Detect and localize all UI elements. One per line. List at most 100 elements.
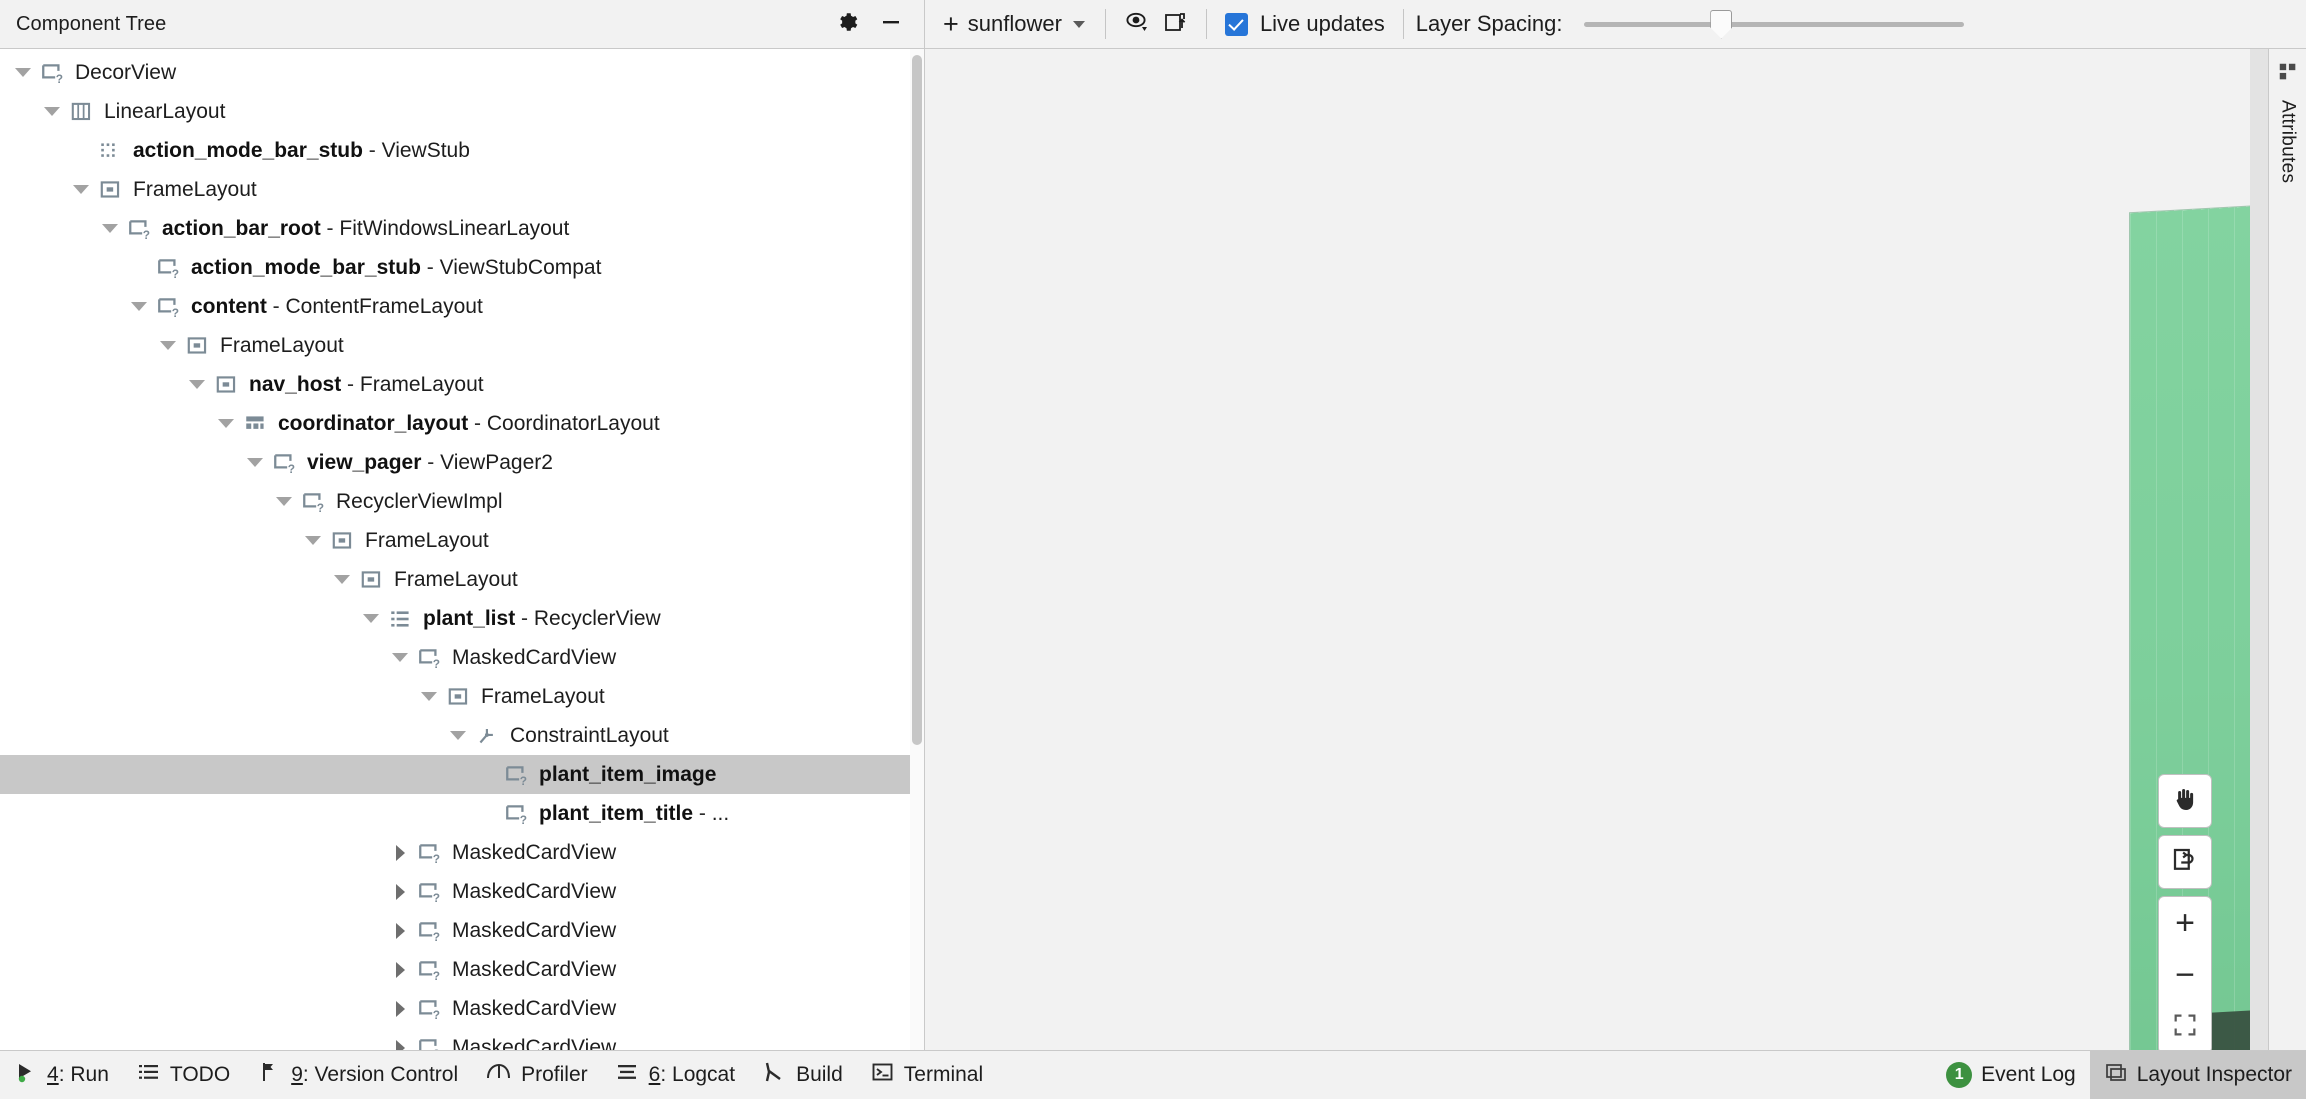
expand-toggle-down-icon[interactable]	[271, 482, 297, 521]
tree-row-constraintlayout[interactable]: ConstraintLayout	[0, 716, 910, 755]
tree-row-action_bar_root[interactable]: ? action_bar_root - FitWindowsLinearLayou…	[0, 209, 910, 248]
expand-toggle-down-icon[interactable]	[329, 560, 355, 599]
tree-row-view_pager[interactable]: ? view_pager - ViewPager2	[0, 443, 910, 482]
reset-view-button[interactable]	[2158, 835, 2212, 889]
status-item-label: 4: Run	[47, 1063, 109, 1086]
svg-text:?: ?	[433, 1007, 440, 1021]
tree-row-label: MaskedCardView	[452, 880, 616, 904]
tree-row-maskedcardview[interactable]: ? MaskedCardView	[0, 911, 910, 950]
status-bar-item-run[interactable]: 4: Run	[0, 1053, 123, 1097]
tree-row-framelayout[interactable]: FrameLayout	[0, 677, 910, 716]
tree-row-plant_list[interactable]: plant_list - RecyclerView	[0, 599, 910, 638]
expand-toggle-down-icon[interactable]	[242, 443, 268, 482]
tree-row-label: MaskedCardView	[452, 646, 616, 670]
tree-row-maskedcardview[interactable]: ? MaskedCardView	[0, 1028, 910, 1050]
run-icon	[14, 1060, 38, 1090]
expand-toggle-right-icon[interactable]	[387, 950, 413, 989]
minimize-panel-button[interactable]	[872, 5, 910, 43]
svg-text:?: ?	[433, 890, 440, 904]
preview-tools: + −	[2158, 774, 2212, 1050]
expand-toggle-down-icon[interactable]	[416, 677, 442, 716]
expand-toggle-down-icon[interactable]	[387, 638, 413, 677]
svg-text:?: ?	[56, 71, 63, 85]
expand-toggle-right-icon[interactable]	[387, 911, 413, 950]
layout-inspector-icon	[2104, 1060, 2128, 1090]
expand-toggle-right-icon[interactable]	[387, 833, 413, 872]
tree-row-action_mode_bar_stub[interactable]: ? action_mode_bar_stub - ViewStubCompat	[0, 248, 910, 287]
layer-spacing-slider[interactable]	[1584, 5, 1965, 43]
process-selector[interactable]: + sunflower	[935, 8, 1093, 41]
tree-row-framelayout[interactable]: FrameLayout	[0, 326, 910, 365]
tree-row-label: nav_host - FrameLayout	[249, 373, 484, 397]
status-bar-item-versioncontrol[interactable]: 9: Version Control	[244, 1053, 472, 1097]
tree-row-framelayout[interactable]: FrameLayout	[0, 521, 910, 560]
settings-gear-button[interactable]	[828, 5, 866, 43]
expand-toggle-down-icon[interactable]	[300, 521, 326, 560]
tree-row-plant_item_image[interactable]: ? plant_item_image	[0, 755, 910, 794]
tree-row-recyclerviewimpl[interactable]: ? RecyclerViewImpl	[0, 482, 910, 521]
tree-row-decorview[interactable]: ? DecorView	[0, 53, 910, 92]
zoom-to-fit-button[interactable]	[2158, 1001, 2212, 1050]
expand-toggle-down-icon[interactable]	[97, 209, 123, 248]
slider-thumb[interactable]	[1710, 9, 1733, 39]
tree-row-nav_host[interactable]: nav_host - FrameLayout	[0, 365, 910, 404]
expand-toggle-down-icon[interactable]	[10, 53, 36, 92]
tree-row-framelayout[interactable]: FrameLayout	[0, 170, 910, 209]
expand-toggle-down-icon[interactable]	[68, 170, 94, 209]
inspector-toolbar: + sunflower Live updates Layer Spacing:	[925, 0, 2306, 48]
chevron-right-icon	[395, 883, 405, 900]
expand-toggle-right-icon[interactable]	[387, 1028, 413, 1050]
event-log-button[interactable]: 1 Event Log	[1932, 1053, 2090, 1097]
chevron-down-icon	[363, 614, 379, 623]
vcs-icon	[258, 1060, 282, 1090]
attributes-rail[interactable]: Attributes	[2268, 49, 2306, 1050]
tree-row-coordinator_layout[interactable]: coordinator_layout - CoordinatorLayout	[0, 404, 910, 443]
expand-toggle-down-icon[interactable]	[358, 599, 384, 638]
status-bar-item-terminal[interactable]: Terminal	[857, 1053, 997, 1097]
svg-text:?: ?	[433, 851, 440, 865]
chevron-right-icon	[395, 844, 405, 861]
tree-row-maskedcardview[interactable]: ? MaskedCardView	[0, 872, 910, 911]
tree-row-label: MaskedCardView	[452, 841, 616, 865]
view-stub-node-icon: ?	[413, 872, 447, 911]
tree-row-label: MaskedCardView	[452, 958, 616, 982]
zoom-out-button[interactable]: −	[2158, 949, 2212, 1001]
tree-row-plant_item_title[interactable]: ? plant_item_title - ...	[0, 794, 910, 833]
tree-node-separator: -	[320, 216, 340, 240]
zoom-in-button[interactable]: +	[2158, 897, 2212, 949]
tree-row-maskedcardview[interactable]: ? MaskedCardView	[0, 638, 910, 677]
status-bar-item-todo[interactable]: TODO	[123, 1053, 244, 1097]
expand-toggle-down-icon[interactable]	[184, 365, 210, 404]
chevron-down-icon	[334, 575, 350, 584]
status-bar-item-logcat[interactable]: 6: Logcat	[602, 1053, 749, 1097]
tree-row-maskedcardview[interactable]: ? MaskedCardView	[0, 989, 910, 1028]
logcat-icon	[616, 1060, 640, 1090]
tree-scrollbar-thumb[interactable]	[912, 55, 922, 745]
pan-tool-button[interactable]	[2158, 774, 2212, 828]
tree-row-linearlayout[interactable]: LinearLayout	[0, 92, 910, 131]
device-preview[interactable]: Sunflower MY GARDEN	[925, 49, 2268, 1050]
expand-toggle-down-icon[interactable]	[445, 716, 471, 755]
live-updates-checkbox[interactable]	[1224, 12, 1248, 36]
status-bar-item-profiler[interactable]: Profiler	[472, 1053, 602, 1097]
expand-toggle-down-icon[interactable]	[155, 326, 181, 365]
status-bar-item-build[interactable]: Build	[749, 1053, 857, 1097]
attributes-rail-label[interactable]: Attributes	[2277, 100, 2299, 183]
expand-toggle-right-icon[interactable]	[387, 872, 413, 911]
export-snapshot-button[interactable]	[1156, 5, 1194, 43]
tree-row-action_mode_bar_stub[interactable]: action_mode_bar_stub - ViewStub	[0, 131, 910, 170]
view-options-button[interactable]	[1118, 5, 1156, 43]
expand-toggle-down-icon[interactable]	[39, 92, 65, 131]
chevron-down-icon	[218, 419, 234, 428]
tree-row-maskedcardview[interactable]: ? MaskedCardView	[0, 833, 910, 872]
layout-inspector-button[interactable]: Layout Inspector	[2089, 1050, 2306, 1099]
tree-vertical-scrollbar[interactable]	[910, 49, 924, 1050]
tree-row-content[interactable]: ? content - ContentFrameLayout	[0, 287, 910, 326]
tree-row-framelayout[interactable]: FrameLayout	[0, 560, 910, 599]
expand-toggle-down-icon[interactable]	[213, 404, 239, 443]
live-updates-toggle[interactable]: Live updates	[1219, 9, 1391, 39]
expand-toggle-down-icon[interactable]	[126, 287, 152, 326]
expand-toggle-right-icon[interactable]	[387, 989, 413, 1028]
tree-row-label: FrameLayout	[481, 685, 605, 709]
tree-row-maskedcardview[interactable]: ? MaskedCardView	[0, 950, 910, 989]
